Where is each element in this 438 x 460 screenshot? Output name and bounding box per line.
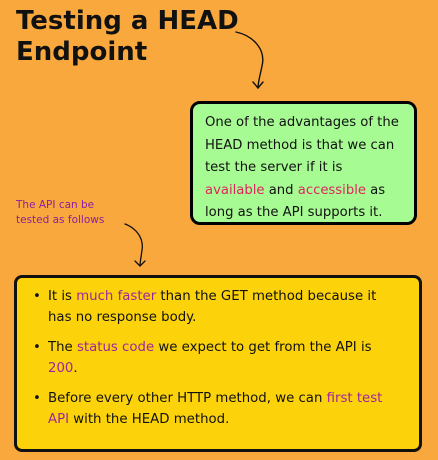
bullet-list: • It is much faster than the GET method … xyxy=(33,286,401,430)
bullet-icon: • xyxy=(33,340,41,355)
side-note: The API can be tested as follows xyxy=(16,199,105,226)
callout-text: One of the advantages of the HEAD method… xyxy=(205,115,399,175)
callout-text: and xyxy=(264,182,298,198)
highlight-available: available xyxy=(205,182,265,198)
curved-arrow-icon xyxy=(235,31,264,89)
highlight-status-code: status code xyxy=(76,340,155,355)
curved-arrow-icon xyxy=(124,223,146,267)
highlight-200: 200 xyxy=(48,361,74,376)
bullet-icon: • xyxy=(33,391,41,406)
list-item: • Before every other HTTP method, we can… xyxy=(33,388,401,430)
advantage-callout: One of the advantages of the HEAD method… xyxy=(190,101,417,225)
highlight-much-faster: much faster xyxy=(76,289,157,304)
list-item: • The status code we expect to get from … xyxy=(33,337,401,379)
list-item: • It is much faster than the GET method … xyxy=(33,286,401,328)
bullet-icon: • xyxy=(33,289,41,304)
highlight-accessible: accessible xyxy=(297,182,366,198)
test-steps-box: • It is much faster than the GET method … xyxy=(14,275,422,452)
page-title: Testing a HEAD Endpoint xyxy=(16,6,239,67)
